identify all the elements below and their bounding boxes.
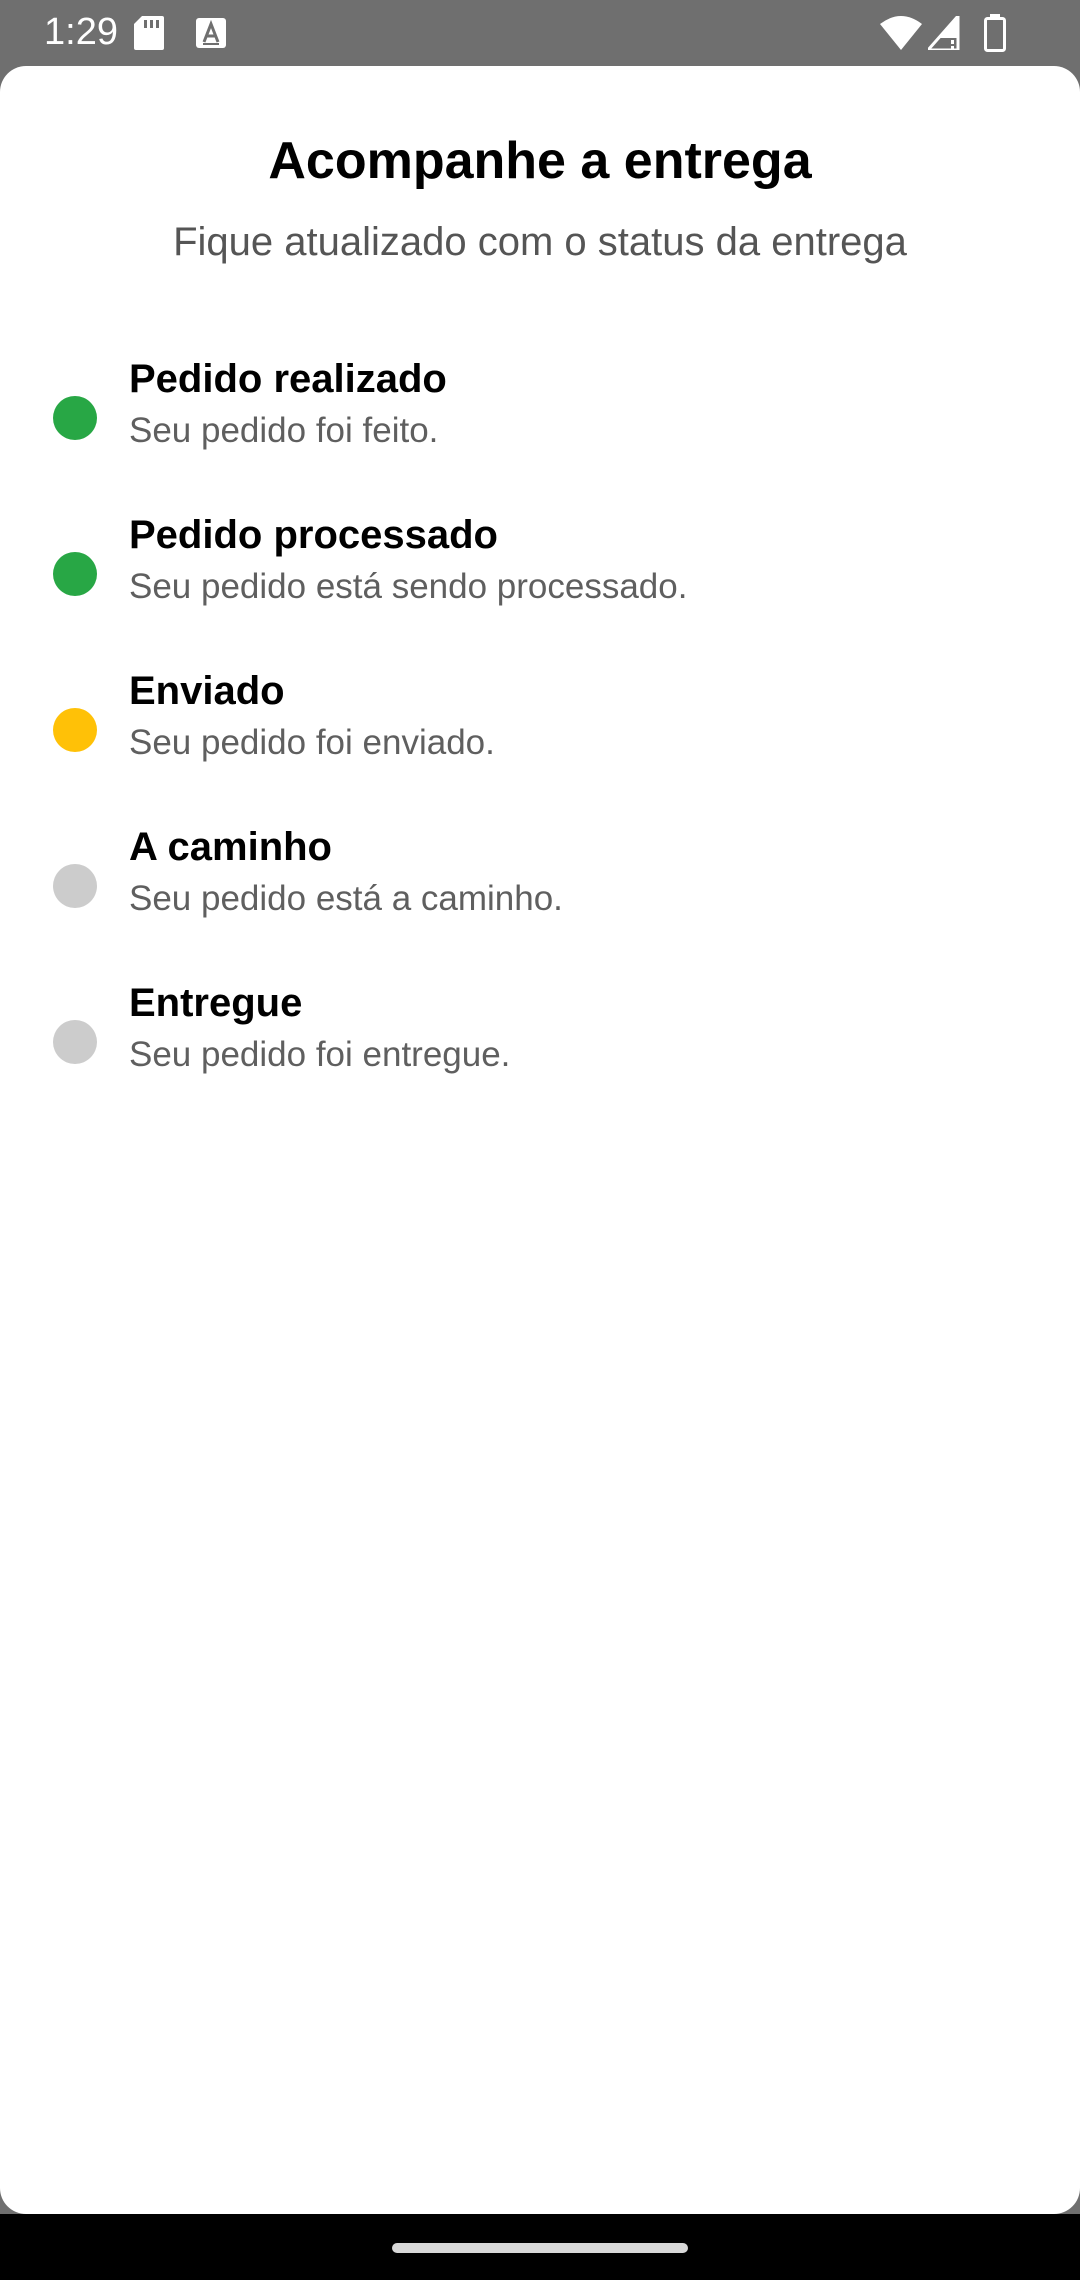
status-time: 1:29 bbox=[44, 11, 118, 53]
home-gesture-handle[interactable] bbox=[392, 2243, 688, 2253]
navigation-bar bbox=[0, 2214, 1080, 2280]
step-title: Entregue bbox=[129, 981, 303, 1025]
tracking-step: Pedido processado Seu pedido está sendo … bbox=[0, 504, 1080, 624]
wifi-icon bbox=[880, 16, 922, 55]
tracking-step: Pedido realizado Seu pedido foi feito. bbox=[0, 348, 1080, 468]
status-dot bbox=[53, 396, 97, 440]
text-a-icon bbox=[196, 18, 226, 53]
tracking-step: Entregue Seu pedido foi entregue. bbox=[0, 972, 1080, 1092]
page-subtitle: Fique atualizado com o status da entrega bbox=[173, 220, 907, 264]
status-dot bbox=[53, 864, 97, 908]
tracking-step: Enviado Seu pedido foi enviado. bbox=[0, 660, 1080, 780]
step-title: Pedido processado bbox=[129, 513, 498, 557]
page-title: Acompanhe a entrega bbox=[268, 132, 812, 190]
step-description: Seu pedido está a caminho. bbox=[129, 879, 563, 918]
status-dot bbox=[53, 708, 97, 752]
step-title: A caminho bbox=[129, 825, 332, 869]
status-bar: 1:29 bbox=[0, 0, 1080, 66]
status-dot bbox=[53, 1020, 97, 1064]
step-title: Pedido realizado bbox=[129, 357, 447, 401]
tracking-sheet: Acompanhe a entrega Fique atualizado com… bbox=[0, 66, 1080, 2214]
step-description: Seu pedido está sendo processado. bbox=[129, 567, 688, 606]
step-description: Seu pedido foi enviado. bbox=[129, 723, 495, 762]
step-description: Seu pedido foi entregue. bbox=[129, 1035, 511, 1074]
sd-card-icon bbox=[134, 16, 164, 55]
step-title: Enviado bbox=[129, 669, 285, 713]
battery-icon bbox=[984, 14, 1006, 57]
status-dot bbox=[53, 552, 97, 596]
signal-icon bbox=[924, 12, 962, 55]
tracking-step: A caminho Seu pedido está a caminho. bbox=[0, 816, 1080, 936]
step-description: Seu pedido foi feito. bbox=[129, 411, 439, 450]
